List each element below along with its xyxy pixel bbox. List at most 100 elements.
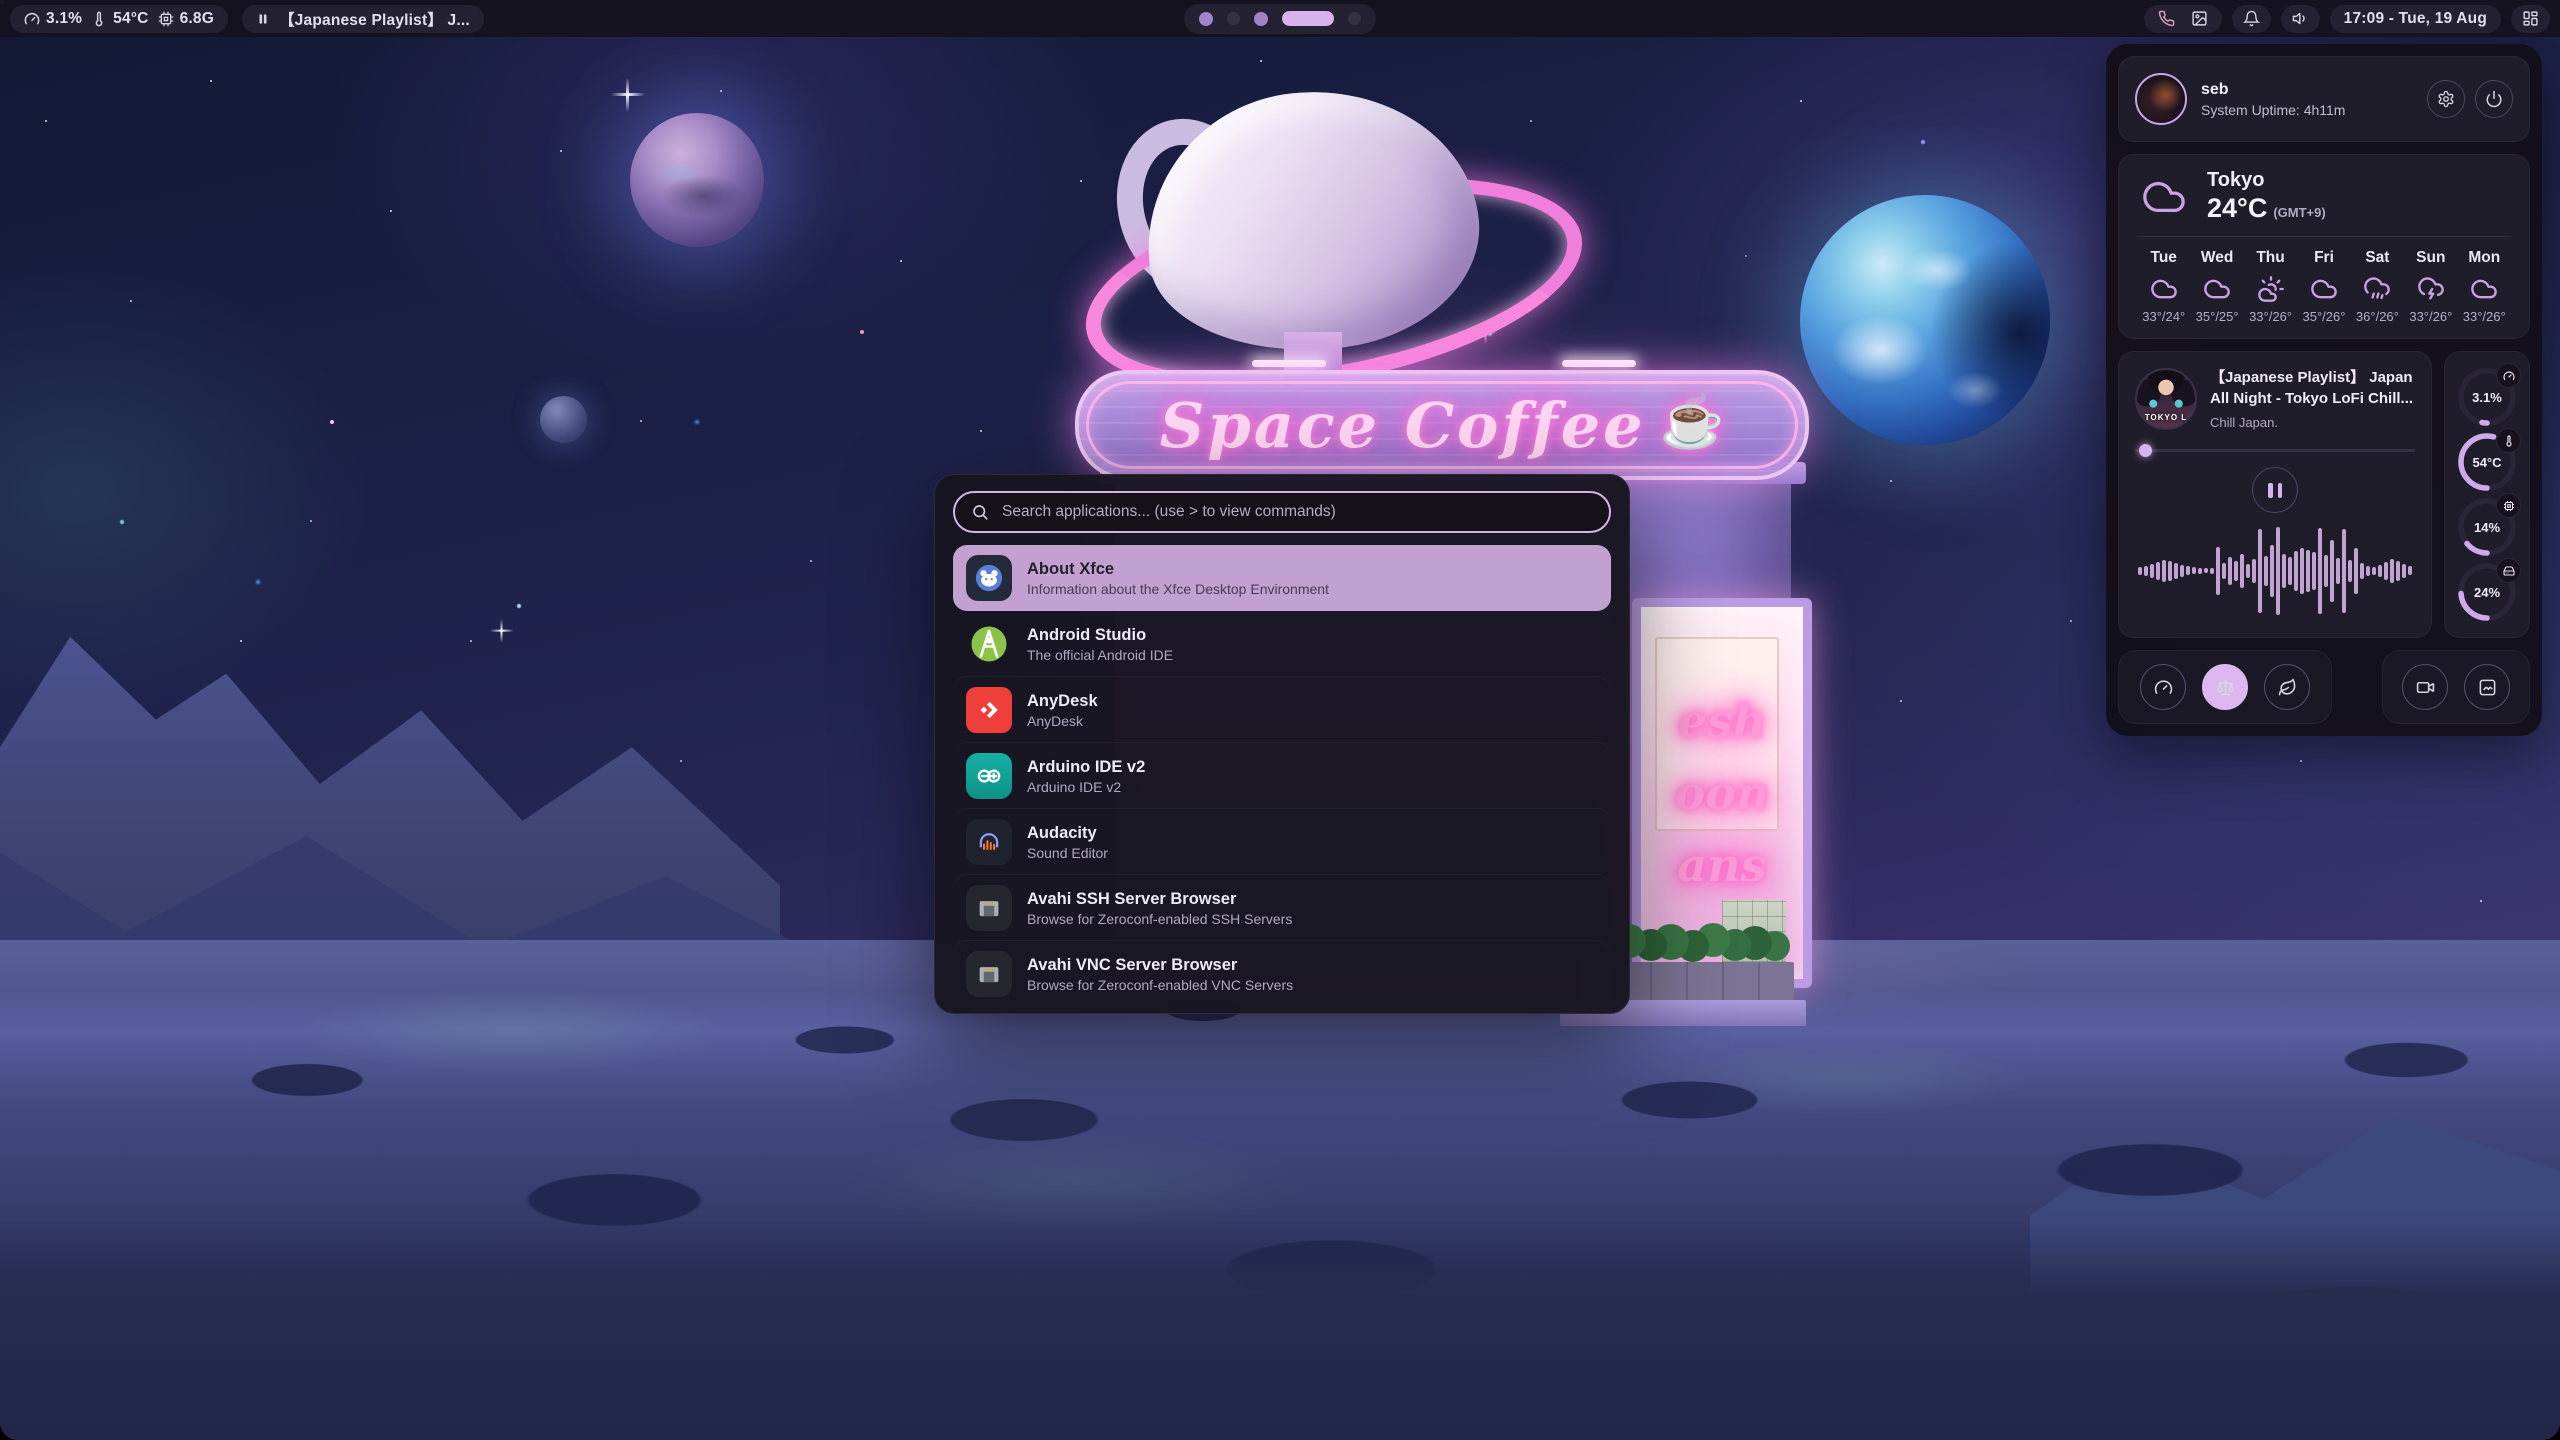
user-info: seb System Uptime: 4h11m <box>2201 81 2345 118</box>
settings-button[interactable] <box>2427 80 2465 118</box>
forecast-day: Wed35°/25° <box>2190 249 2243 324</box>
track-title: 【Japanese Playlist】 Japan All Night - To… <box>2210 367 2415 409</box>
sign-light <box>1562 360 1636 367</box>
quick-icons-pill <box>2144 5 2222 33</box>
neon-sign: Space Coffee ☕ <box>1075 370 1809 480</box>
network-port-icon <box>966 885 1012 931</box>
sun-cloud-icon <box>2244 274 2297 304</box>
app-row-arduino[interactable]: Arduino IDE v2Arduino IDE v2 <box>953 743 1611 809</box>
workspace-dot-occupied[interactable] <box>1199 12 1213 26</box>
system-stats-pill: 3.1% 54°C 6.8G <box>10 5 228 33</box>
cpu-value: 3.1% <box>46 10 82 28</box>
progress-knob[interactable] <box>2139 444 2152 457</box>
app-row-anydesk[interactable]: AnyDeskAnyDesk <box>953 677 1611 743</box>
audio-visualizer <box>2135 519 2415 622</box>
pause-icon <box>2278 483 2283 498</box>
speaker-icon <box>2292 10 2309 27</box>
screenshot-button[interactable] <box>2464 664 2510 710</box>
now-playing: TOKYO L 【Japanese Playlist】 Japan All Ni… <box>2135 367 2415 430</box>
forecast-day: Sat36°/26° <box>2351 249 2404 324</box>
sign-light <box>1252 360 1326 367</box>
search-input[interactable] <box>1000 502 1593 522</box>
app-row-audacity[interactable]: AudacitySound Editor <box>953 809 1611 875</box>
gear-icon <box>2437 90 2455 108</box>
media-pill-label: 【Japanese Playlist】 J... <box>279 8 470 30</box>
cloud-icon <box>2137 174 2191 220</box>
capture-card <box>2382 650 2530 724</box>
power-profile-card <box>2118 650 2332 724</box>
app-row-android-studio[interactable]: Android StudioThe official Android IDE <box>953 611 1611 677</box>
pause-icon <box>256 12 270 26</box>
media-row: TOKYO L 【Japanese Playlist】 Japan All Ni… <box>2118 351 2530 638</box>
app-list: About XfceInformation about the Xfce Des… <box>953 545 1611 1007</box>
forecast-day: Fri35°/26° <box>2297 249 2350 324</box>
workspace-dot-active[interactable] <box>1282 11 1334 26</box>
app-text: About XfceInformation about the Xfce Des… <box>1027 558 1329 598</box>
weather-card: Tokyo 24°C (GMT+9) Tue33°/24° Wed35°/25°… <box>2118 154 2530 339</box>
screen-record-button[interactable] <box>2402 664 2448 710</box>
volume-pill[interactable] <box>2281 5 2320 33</box>
storm-cloud-icon <box>2404 274 2457 304</box>
temp-stat: 54°C <box>91 10 148 28</box>
power-button[interactable] <box>2475 80 2513 118</box>
workspace-dot-occupied[interactable] <box>1254 12 1268 26</box>
workspace-indicator <box>1184 4 1376 34</box>
memory-stat: 6.8G <box>158 10 214 28</box>
media-pill[interactable]: 【Japanese Playlist】 J... <box>242 5 484 33</box>
forecast-day: Tue33°/24° <box>2137 249 2190 324</box>
app-row-about-xfce[interactable]: About XfceInformation about the Xfce Des… <box>953 545 1611 611</box>
cloud-icon <box>2190 274 2243 304</box>
thermometer-icon <box>2496 428 2521 453</box>
sidebar-bottom-row <box>2118 650 2530 724</box>
xfce-mouse-icon <box>966 555 1012 601</box>
window-neon-text: ans <box>1677 842 1766 888</box>
chip-icon <box>158 11 174 27</box>
arduino-icon <box>966 753 1012 799</box>
user-actions <box>2427 80 2513 118</box>
weather-timezone: (GMT+9) <box>2273 205 2325 220</box>
control-sidebar: seb System Uptime: 4h11m Tokyo 24°C (GMT… <box>2106 44 2542 736</box>
topbar-right: 17:09 - Tue, 19 Aug <box>2144 5 2550 33</box>
gauge-icon <box>2496 363 2521 388</box>
app-text: Avahi SSH Server BrowserBrowse for Zeroc… <box>1027 888 1292 928</box>
overview-pill[interactable] <box>2511 5 2550 33</box>
user-card: seb System Uptime: 4h11m <box>2118 56 2530 142</box>
user-name: seb <box>2201 81 2345 99</box>
wallpaper-icon[interactable] <box>2191 10 2208 27</box>
phone-icon[interactable] <box>2158 10 2175 27</box>
clock-pill[interactable]: 17:09 - Tue, 19 Aug <box>2330 5 2501 33</box>
search-bar[interactable] <box>953 491 1611 533</box>
rain-cloud-icon <box>2351 274 2404 304</box>
pause-button[interactable] <box>2252 467 2298 513</box>
performance-mode-button[interactable] <box>2140 664 2186 710</box>
coffee-cup-glyph-icon: ☕ <box>1660 391 1725 452</box>
purple-planet <box>630 113 764 247</box>
workspace-dot-empty[interactable] <box>1348 12 1361 25</box>
audacity-icon <box>966 819 1012 865</box>
app-row-avahi-vnc[interactable]: Avahi VNC Server BrowserBrowse for Zeroc… <box>953 941 1611 1007</box>
app-row-avahi-ssh[interactable]: Avahi SSH Server BrowserBrowse for Zeroc… <box>953 875 1611 941</box>
scales-icon <box>2216 678 2235 697</box>
chip-icon <box>2496 493 2521 518</box>
forecast-day: Mon33°/26° <box>2458 249 2511 324</box>
workspace-dot-empty[interactable] <box>1227 12 1240 25</box>
anydesk-icon <box>966 687 1012 733</box>
window-neon-text: oon <box>1675 770 1770 816</box>
clock-text: 17:09 - Tue, 19 Aug <box>2344 10 2487 28</box>
image-icon <box>2478 678 2497 697</box>
powersave-mode-button[interactable] <box>2264 664 2310 710</box>
small-moon <box>540 396 587 443</box>
seek-bar[interactable] <box>2135 444 2415 457</box>
cloud-icon <box>2458 274 2511 304</box>
leaf-icon <box>2278 678 2297 697</box>
bell-icon <box>2243 10 2260 27</box>
notifications-pill[interactable] <box>2232 5 2271 33</box>
seek-track <box>2135 449 2415 452</box>
memory-gauge: 14% <box>2456 496 2518 558</box>
temperature-gauge: 54°C <box>2456 431 2518 493</box>
forecast-row: Tue33°/24° Wed35°/25° Thu33°/26° Fri35°/… <box>2137 249 2511 324</box>
cloud-icon <box>2137 274 2190 304</box>
app-text: Android StudioThe official Android IDE <box>1027 624 1173 664</box>
app-launcher: About XfceInformation about the Xfce Des… <box>934 474 1630 1014</box>
balanced-mode-button[interactable] <box>2202 664 2248 710</box>
